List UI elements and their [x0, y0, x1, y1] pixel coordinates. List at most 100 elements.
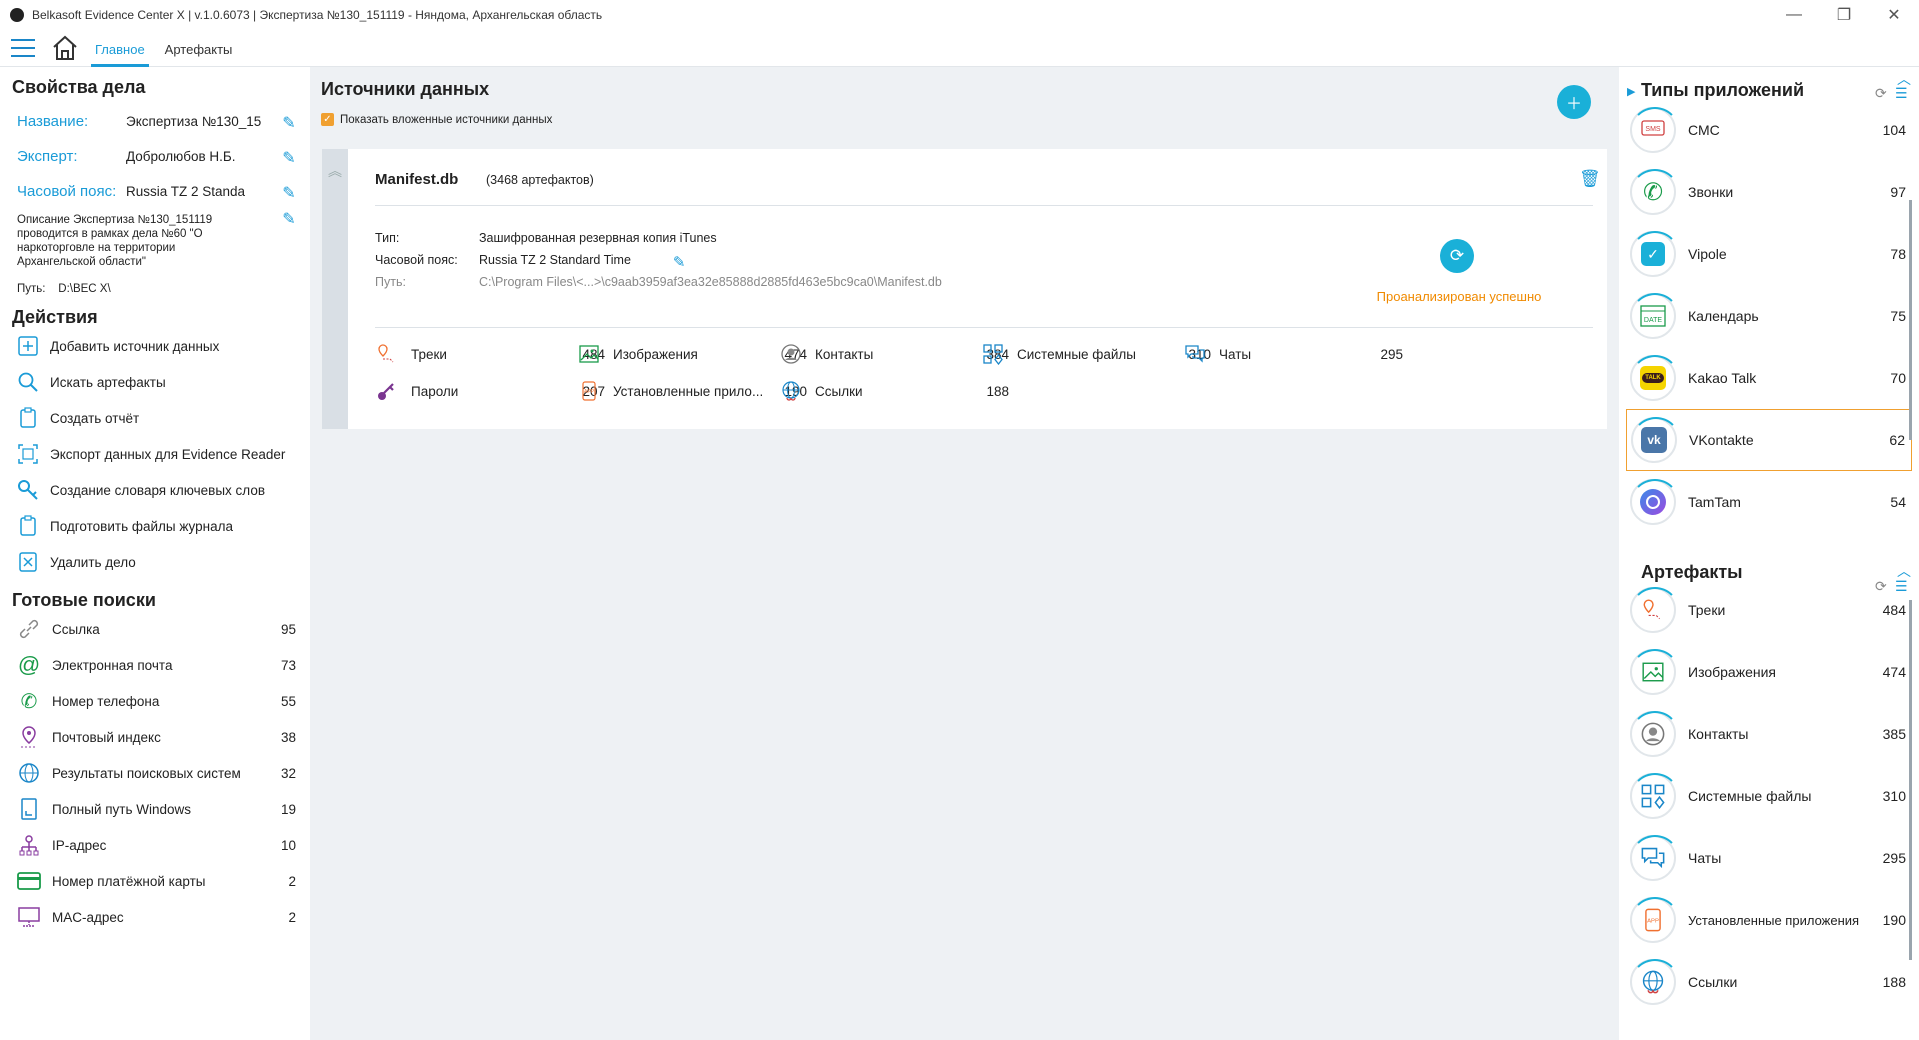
artifact-count: 188 — [1882, 974, 1906, 990]
action-label: Удалить дело — [50, 554, 136, 570]
source-artifact-chats[interactable]: Чаты 295 — [1183, 342, 1403, 366]
search-count: 73 — [280, 657, 296, 673]
home-icon[interactable] — [51, 34, 79, 62]
source-artifact-images[interactable]: Изображения 474 — [577, 342, 807, 366]
edit-source-timezone-pencil-icon[interactable]: ✎ — [673, 253, 686, 271]
artifact-count: 295 — [1882, 850, 1906, 866]
source-artifact-passwords[interactable]: Пароли 207 — [375, 379, 605, 403]
app-type-count: 78 — [1890, 246, 1906, 262]
app-type-label: Kakao Talk — [1688, 370, 1757, 386]
search-engines[interactable]: Результаты поисковых систем 32 — [12, 755, 298, 791]
search-card[interactable]: Номер платёжной карты 2 — [12, 863, 298, 899]
add-data-source-button[interactable]: ＋ — [1557, 85, 1591, 119]
source-type-value: Зашифрованная резервная копия iTunes — [479, 231, 717, 245]
edit-timezone-pencil-icon[interactable]: ✎ — [280, 183, 298, 202]
artifacts-scrollbar[interactable] — [1909, 600, 1912, 960]
app-type-count: 54 — [1890, 494, 1906, 510]
app-type-sms[interactable]: SMS СМС 104 — [1626, 99, 1912, 161]
app-type-kakao[interactable]: TALK Kakao Talk 70 — [1626, 347, 1912, 409]
source-timezone-row: Часовой пояс: Russia TZ 2 Standard Time ✎ — [375, 253, 686, 271]
search-phone[interactable]: ✆ Номер телефона 55 — [12, 683, 298, 719]
system-files-icon — [1630, 773, 1680, 819]
app-type-calls[interactable]: ✆ Звонки 97 — [1626, 161, 1912, 223]
source-artifact-links[interactable]: Ссылки 188 — [779, 379, 1009, 403]
app-type-vkontakte[interactable]: vk VKontakte 62 — [1626, 409, 1912, 471]
source-type-row: Тип: Зашифрованная резервная копия iTunes — [375, 231, 717, 245]
action-prepare-logs[interactable]: Подготовить файлы журнала — [12, 508, 298, 544]
source-artifact-system-files[interactable]: Системные файлы 310 — [981, 342, 1211, 366]
collapse-chevron-icon[interactable]: ︽ — [328, 161, 342, 181]
artifact-installed-apps[interactable]: APP Установленные приложения 190 — [1626, 889, 1912, 951]
action-label: Добавить источник данных — [50, 338, 220, 354]
source-path-value: C:\Program Files\<...>\c9aab3959af3ea32e… — [479, 275, 942, 289]
source-artifact-contacts[interactable]: Контакты 384 — [779, 342, 1009, 366]
restore-button[interactable]: ❐ — [1819, 0, 1869, 30]
track-pin-icon — [1630, 587, 1680, 633]
kakao-talk-icon: TALK — [1630, 355, 1680, 401]
monitor-icon — [16, 904, 42, 930]
search-windows-path[interactable]: Полный путь Windows 19 — [12, 791, 298, 827]
minimize-button[interactable]: — — [1769, 0, 1819, 30]
edit-description-pencil-icon[interactable]: ✎ — [280, 212, 298, 231]
artifact-system-files[interactable]: Системные файлы 310 — [1626, 765, 1912, 827]
image-icon — [577, 342, 601, 366]
search-count: 38 — [280, 729, 296, 745]
password-key-icon — [375, 379, 399, 403]
file-path-icon — [16, 796, 42, 822]
action-keyword-dictionary[interactable]: Создание словаря ключевых слов — [12, 472, 298, 508]
data-source-card: ︽ Manifest.db (3468 артефактов) 🗑 Тип: За… — [322, 149, 1607, 429]
artifact-contacts[interactable]: Контакты 385 — [1626, 703, 1912, 765]
action-create-report[interactable]: Создать отчёт — [12, 400, 298, 436]
artifact-count: 188 — [986, 383, 1009, 399]
search-label: IP-адрес — [52, 837, 107, 853]
app-icon-text: APP — [584, 389, 595, 395]
tab-artifacts[interactable]: Артефакты — [161, 30, 237, 67]
search-icon — [16, 370, 40, 394]
tab-main[interactable]: Главное — [91, 30, 149, 67]
edit-name-pencil-icon[interactable]: ✎ — [280, 113, 298, 132]
globe-icon — [16, 760, 42, 786]
kakao-icon-text: TALK — [1642, 373, 1664, 383]
system-files-icon — [981, 342, 1005, 366]
close-button[interactable]: ✕ — [1869, 0, 1919, 30]
key-icon — [16, 478, 40, 502]
app-type-vipole[interactable]: ✓ Vipole 78 — [1626, 223, 1912, 285]
action-add-source[interactable]: Добавить источник данных — [12, 328, 298, 364]
app-types-scrollbar[interactable] — [1909, 200, 1912, 440]
artifact-count: 484 — [1882, 602, 1906, 618]
search-link[interactable]: Ссылка 95 — [12, 611, 298, 647]
source-artifact-installed-apps[interactable]: APP Установленные прило... 190 — [577, 379, 807, 403]
chat-icon — [1183, 342, 1207, 366]
source-path-row: Путь: C:\Program Files\<...>\c9aab3959af3… — [375, 275, 942, 289]
credit-card-icon — [16, 868, 42, 894]
artifact-label: Треки — [1688, 602, 1726, 618]
artifact-links[interactable]: Ссылки 188 — [1626, 951, 1912, 1013]
app-types-heading: Типы приложений — [1641, 80, 1805, 100]
source-artifact-tracks[interactable]: Треки 484 — [375, 342, 605, 366]
artifact-count: 385 — [1882, 726, 1906, 742]
search-mac[interactable]: MAC-адрес 2 — [12, 899, 298, 935]
artifact-chats[interactable]: Чаты 295 — [1626, 827, 1912, 889]
show-nested-checkbox[interactable]: ✓ Показать вложенные источники данных — [321, 113, 552, 126]
artifact-images[interactable]: Изображения 474 — [1626, 641, 1912, 703]
artifact-tracks[interactable]: Треки 484 — [1626, 579, 1912, 641]
artifact-label: Чаты — [1219, 346, 1252, 362]
edit-expert-pencil-icon[interactable]: ✎ — [280, 148, 298, 167]
action-search-artifacts[interactable]: Искать артефакты — [12, 364, 298, 400]
action-export-reader[interactable]: Экспорт данных для Evidence Reader — [12, 436, 298, 472]
app-type-calendar[interactable]: DATE Календарь 75 — [1626, 285, 1912, 347]
window-title: Belkasoft Evidence Center X | v.1.0.6073… — [32, 8, 603, 22]
hamburger-menu-icon[interactable] — [11, 39, 35, 57]
sms-icon: SMS — [1630, 107, 1680, 153]
app-type-label: СМС — [1688, 122, 1720, 138]
panel-toggle-icon[interactable]: ▶ — [1627, 85, 1635, 98]
app-type-tamtam[interactable]: TamTam 54 — [1626, 471, 1912, 533]
action-delete-case[interactable]: Удалить дело — [12, 544, 298, 580]
chat-icon — [1630, 835, 1680, 881]
delete-source-trash-icon[interactable]: 🗑 — [1579, 169, 1601, 189]
app-type-label: TamTam — [1688, 494, 1741, 510]
search-email[interactable]: @ Электронная почта 73 — [12, 647, 298, 683]
search-postal[interactable]: Почтовый индекс 38 — [12, 719, 298, 755]
card-collapse-rail[interactable]: ︽ — [322, 149, 348, 429]
search-ip[interactable]: IP-адрес 10 — [12, 827, 298, 863]
